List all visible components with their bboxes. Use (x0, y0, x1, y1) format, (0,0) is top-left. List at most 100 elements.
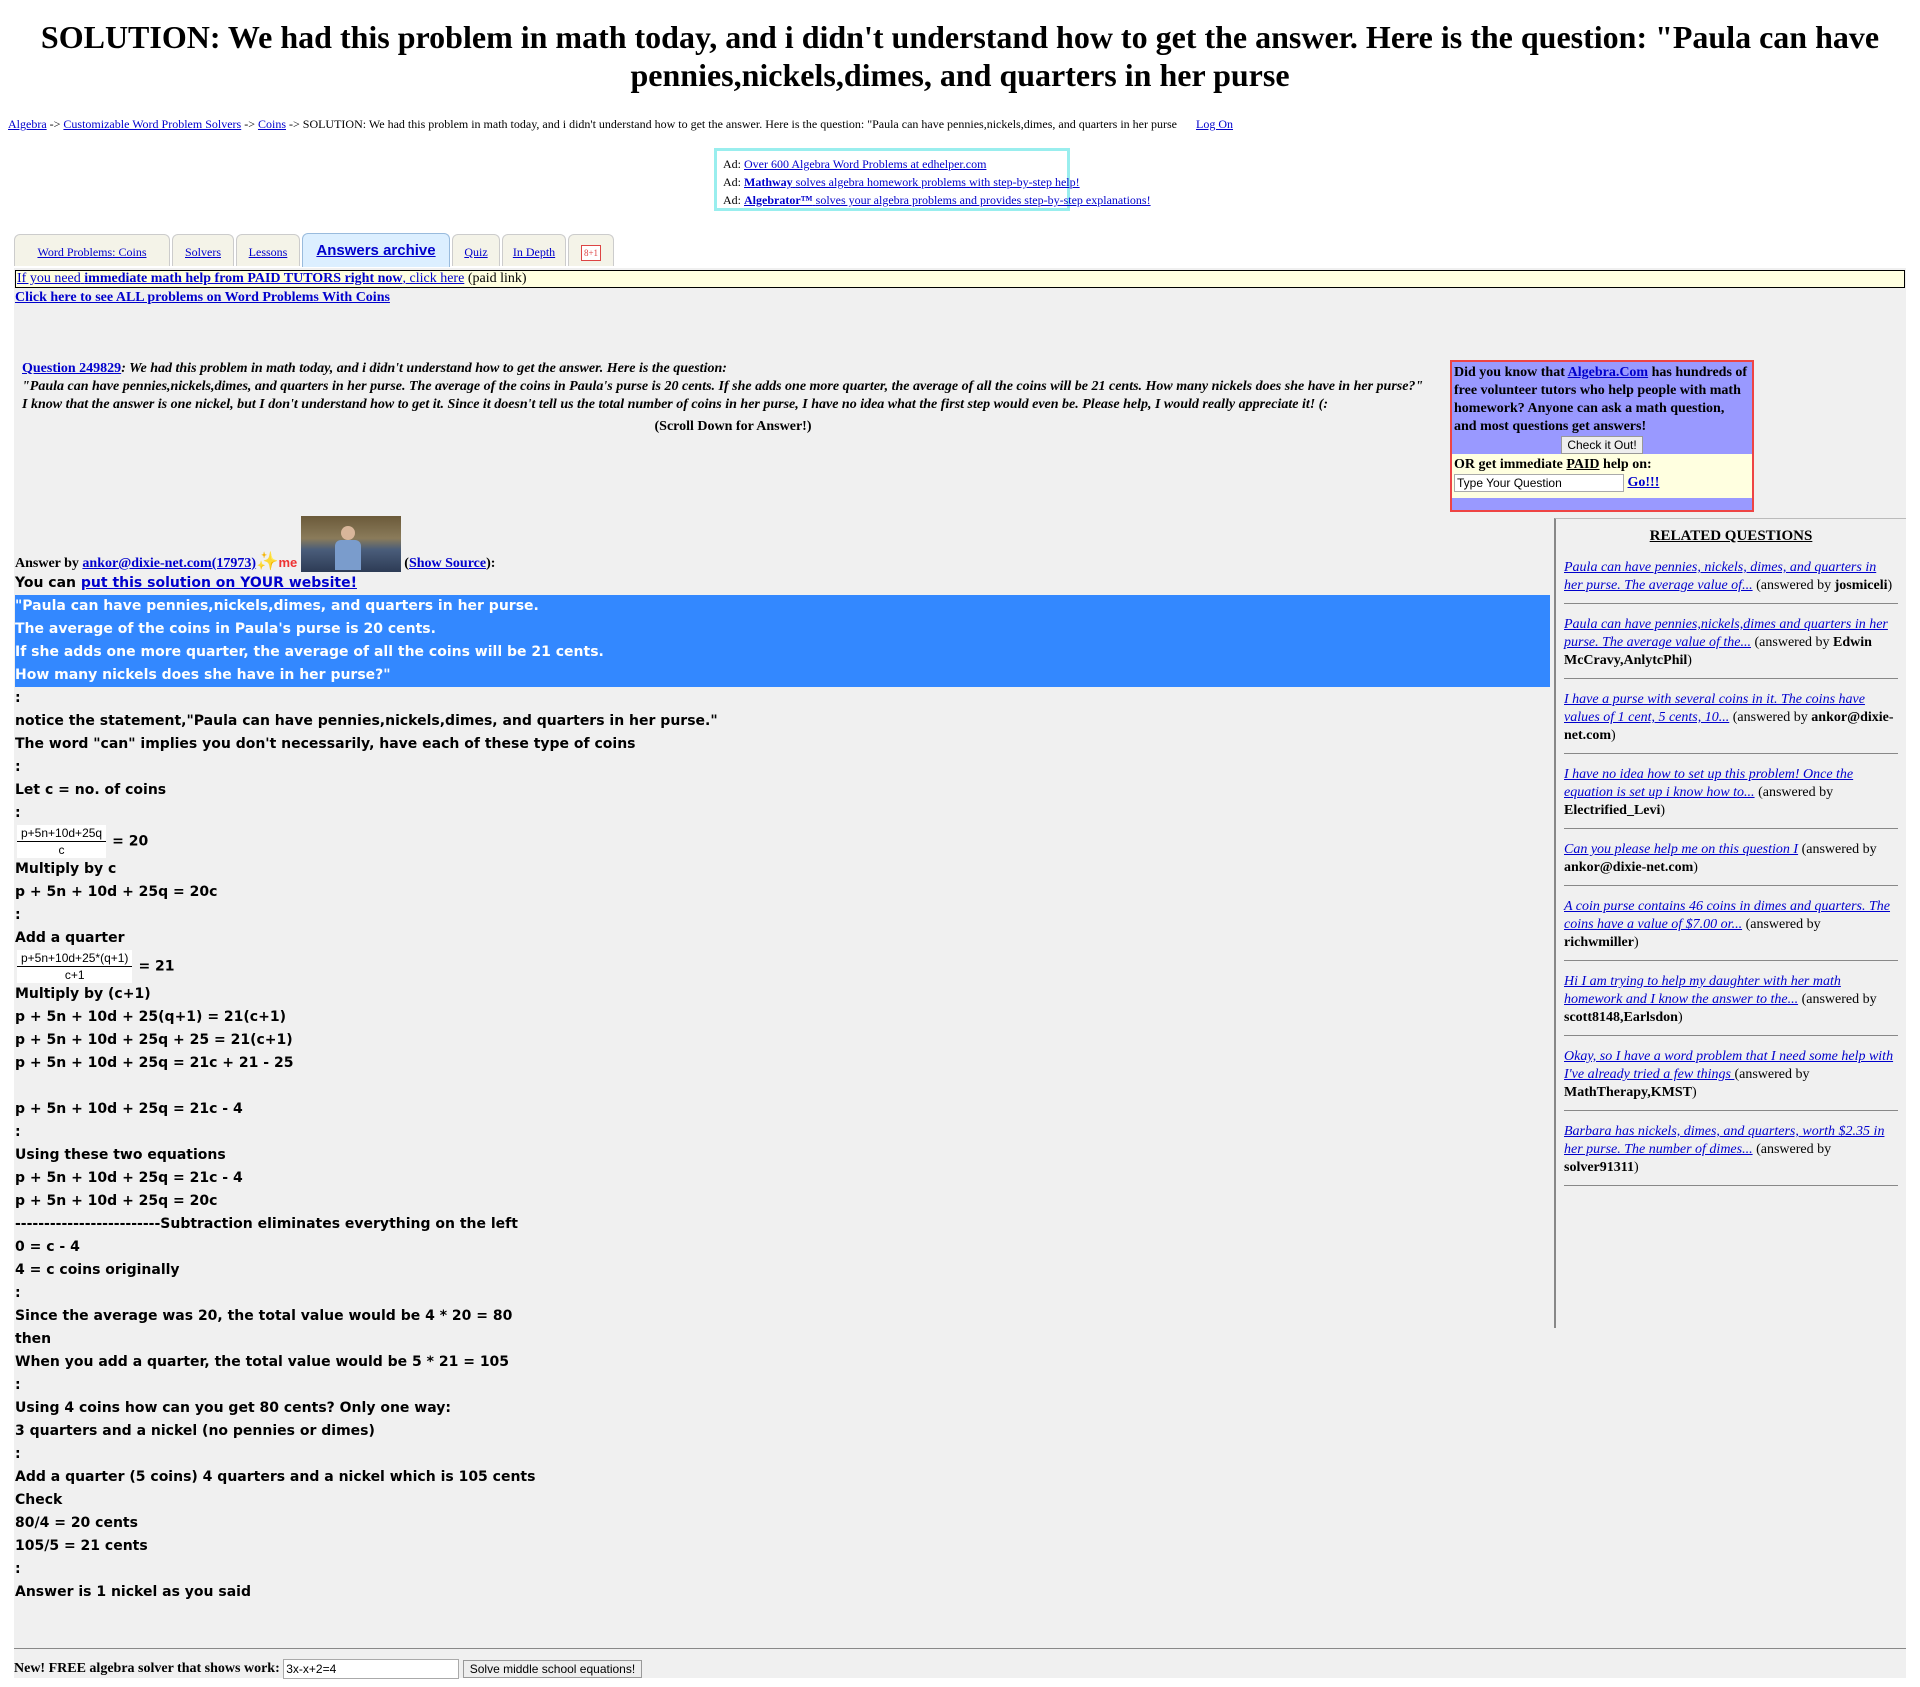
highlighted-question: "Paula can have pennies,nickels,dimes, a… (15, 595, 1550, 687)
highlighted-question-line: If she adds one more quarter, the averag… (15, 644, 604, 660)
paid-link-bold: immediate math help from PAID TUTORS rig… (84, 271, 403, 286)
google-plus-icon[interactable]: 8+1 (581, 245, 601, 262)
put-solution-line: You can put this solution on YOUR websit… (15, 572, 1550, 595)
solver-footer: New! FREE algebra solver that shows work… (14, 1648, 1906, 1679)
solution-line: Add a quarter (15, 930, 125, 946)
ad-brand: Algebrator™ (744, 193, 813, 207)
fraction-denominator: c+1 (64, 968, 85, 982)
solution-line: p + 5n + 10d + 25(q+1) = 21(c+1) (15, 1009, 286, 1025)
tab-lessons[interactable]: Lessons (236, 234, 300, 266)
tab-solvers[interactable]: Solvers (172, 234, 234, 266)
tab-answers-archive[interactable]: Answers archive (302, 233, 450, 267)
solution-line: : (15, 690, 21, 706)
ad-box: Ad: Over 600 Algebra Word Problems at ed… (714, 148, 1151, 211)
solve-button[interactable]: Solve middle school equations! (462, 1660, 643, 1678)
related-question-link[interactable]: Okay, so I have a word problem that I ne… (1564, 1049, 1893, 1082)
ad-brand: Mathway (744, 175, 793, 189)
solution-block-3: Multiply by (c+1) p + 5n + 10d + 25(q+1) … (15, 983, 1550, 1604)
related-questions-list: Paula can have pennies, nickels, dimes, … (1564, 559, 1898, 1186)
put-solution-pre: You can (15, 575, 77, 591)
related-question-link[interactable]: A coin purse contains 46 coins in dimes … (1564, 899, 1890, 932)
equation-input[interactable] (283, 1659, 460, 1679)
breadcrumb: Algebra -> Customizable Word Problem Solv… (8, 117, 1236, 132)
paid-link-pre: If you need (17, 271, 81, 286)
paid-help-pre: OR get immediate (1454, 457, 1563, 472)
question-intro: : We had this problem in math today, and… (121, 361, 727, 376)
solution-line: p + 5n + 10d + 25q = 21c + 21 - 25 (15, 1055, 294, 1071)
ad-prefix: Ad: (723, 157, 741, 171)
breadcrumb-algebra[interactable]: Algebra (8, 117, 47, 131)
answered-by-label: (answered by (1756, 1142, 1832, 1157)
answered-by-label: (answered by (1745, 917, 1821, 932)
solution-line: then (15, 1331, 52, 1347)
answer-section: Answer by ankor@dixie-net.com(17973)✨me … (15, 516, 1550, 1604)
solution-line: Multiply by (c+1) (15, 986, 151, 1002)
tab-label[interactable]: Quiz (464, 245, 487, 259)
solution-line: Using 4 coins how can you get 80 cents? … (15, 1400, 451, 1416)
related-question-item: Hi I am trying to help my daughter with … (1564, 973, 1898, 1036)
ad-prefix: Ad: (723, 175, 741, 189)
paid-help-form: OR get immediate PAID help on: Go!!! (1452, 454, 1752, 498)
related-question-link[interactable]: Barbara has nickels, dimes, and quarters… (1564, 1124, 1884, 1157)
ad-mathway-link[interactable]: Mathway solves algebra homework problems… (744, 175, 1080, 189)
scroll-down-hint: (Scroll Down for Answer!) (654, 419, 812, 434)
all-problems-link[interactable]: Click here to see ALL problems on Word P… (15, 290, 390, 305)
fraction-rhs: = 20 (112, 833, 149, 850)
solution-block-1: : notice the statement,"Paula can have pe… (15, 687, 1550, 825)
solution-line: : (15, 1561, 21, 1577)
ad-line: Ad: Over 600 Algebra Word Problems at ed… (723, 155, 1061, 173)
solution-line: 105/5 = 21 cents (15, 1538, 148, 1554)
solution-line: Answer is 1 nickel as you said (15, 1584, 251, 1600)
fraction-2: p+5n+10d+25*(q+1) c+1 (17, 950, 133, 983)
paid-link-post: , click here (402, 271, 465, 286)
paid-help-paid: PAID (1566, 457, 1600, 472)
question-input[interactable] (1454, 474, 1624, 492)
answered-by-name: MathTherapy,KMST (1564, 1085, 1692, 1100)
ad-text: solves your algebra problems and provide… (815, 193, 1151, 207)
ad-line: Ad: Algebrator™ solves your algebra prob… (723, 191, 1151, 209)
tab-word-problems-coins[interactable]: Word Problems: Coins (14, 234, 170, 266)
login-link[interactable]: Log On (1196, 117, 1233, 131)
solution-line: notice the statement,"Paula can have pen… (15, 713, 718, 729)
related-question-item: I have a purse with several coins in it.… (1564, 691, 1898, 754)
did-you-know-text: Did you know that Algebra.Com has hundre… (1452, 362, 1752, 454)
solution-line: : (15, 1377, 21, 1393)
did-you-know-box: Did you know that Algebra.Com has hundre… (1450, 360, 1754, 512)
related-questions-panel: RELATED QUESTIONS Paula can have pennies… (1554, 518, 1906, 1328)
fraction-rhs: = 21 (138, 958, 175, 975)
solution-line: p + 5n + 10d + 25q = 20c (15, 884, 218, 900)
related-question-item: Barbara has nickels, dimes, and quarters… (1564, 1123, 1898, 1186)
tab-label[interactable]: In Depth (513, 245, 555, 259)
breadcrumb-coins[interactable]: Coins (258, 117, 286, 131)
ad-edhelper-link[interactable]: Over 600 Algebra Word Problems at edhelp… (744, 157, 986, 171)
solution-line: 3 quarters and a nickel (no pennies or d… (15, 1423, 375, 1439)
fraction-1: p+5n+10d+25q c (17, 825, 107, 858)
tab-in-depth[interactable]: In Depth (502, 234, 566, 266)
tab-label[interactable]: Solvers (185, 245, 221, 259)
did-you-know-pre: Did you know that (1454, 365, 1565, 380)
solution-line: When you add a quarter, the total value … (15, 1354, 510, 1370)
breadcrumb-separator: -> (244, 117, 255, 131)
tab-quiz[interactable]: Quiz (452, 234, 500, 266)
tab-gplus[interactable]: 8+1 (568, 234, 614, 266)
tab-label[interactable]: Answers archive (316, 242, 435, 259)
main-content: If you need immediate math help from PAI… (14, 268, 1906, 1678)
related-question-item: Paula can have pennies, nickels, dimes, … (1564, 559, 1898, 604)
tab-label[interactable]: Word Problems: Coins (37, 245, 146, 259)
check-it-out-button[interactable]: Check it Out! (1561, 436, 1643, 454)
algebra-com-link[interactable]: Algebra.Com (1568, 365, 1649, 380)
question-link[interactable]: Question 249829 (22, 361, 121, 376)
show-source-link[interactable]: Show Source (409, 556, 486, 571)
go-link[interactable]: Go!!! (1628, 475, 1660, 490)
ad-algebrator-link[interactable]: Algebrator™ solves your algebra problems… (744, 193, 1151, 207)
put-solution-link[interactable]: put this solution on YOUR website! (81, 575, 357, 591)
related-question-link[interactable]: Hi I am trying to help my daughter with … (1564, 974, 1841, 1007)
author-link[interactable]: ankor@dixie-net.com(17973) (82, 556, 256, 571)
paid-tutor-link[interactable]: If you need immediate math help from PAI… (17, 271, 464, 286)
tab-label[interactable]: Lessons (249, 245, 288, 259)
related-question-link[interactable]: Can you please help me on this question … (1564, 842, 1798, 857)
solver-label: New! FREE algebra solver that shows work… (14, 1661, 280, 1677)
solution-line (15, 1075, 1550, 1098)
breadcrumb-separator: -> (49, 117, 61, 131)
breadcrumb-word-problem-solvers[interactable]: Customizable Word Problem Solvers (63, 117, 241, 131)
